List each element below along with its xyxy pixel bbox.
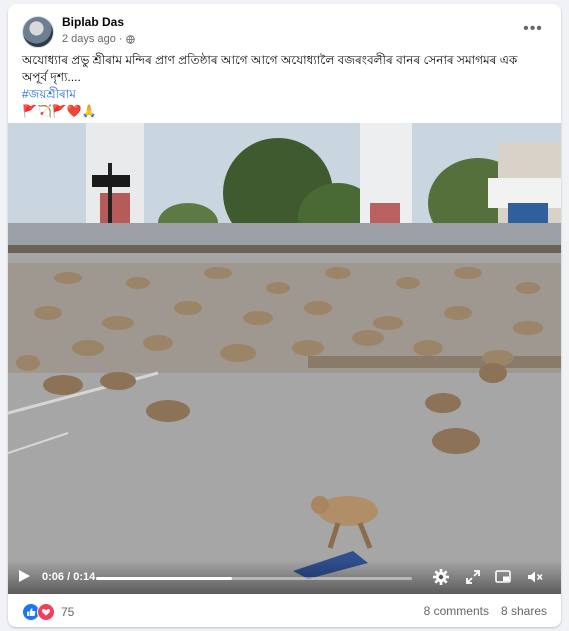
more-options-icon[interactable]: ••• — [523, 19, 543, 39]
progress-fill — [96, 577, 232, 580]
volume-muted-icon[interactable] — [526, 568, 544, 586]
love-reaction-icon — [37, 603, 55, 621]
video-player[interactable]: 0:06 / 0:14 — [8, 123, 561, 594]
duration: 0:14 — [73, 571, 96, 583]
pip-icon[interactable] — [494, 568, 512, 586]
post-text-line: অযোধ্যাৰ প্ৰভু শ্ৰীৰাম মন্দিৰ প্ৰাণ প্ৰত… — [22, 53, 518, 67]
post-header: Biplab Das 2 days ago · ••• — [22, 14, 551, 54]
settings-icon[interactable] — [432, 568, 450, 586]
fullscreen-icon[interactable] — [464, 568, 482, 586]
video-time: 0:06 / 0:14 — [42, 571, 95, 583]
post-text-line: অপূৰ্ব দৃশ্য.... — [22, 70, 81, 84]
comments-count[interactable]: 8 comments — [424, 604, 489, 618]
post-meta: 2 days ago · — [62, 33, 135, 45]
emoji-line: 🚩🏹🚩❤️🙏 — [22, 104, 97, 118]
shares-count[interactable]: 8 shares — [501, 604, 547, 618]
time-separator: / — [67, 571, 71, 583]
current-time: 0:06 — [42, 571, 65, 583]
author-name[interactable]: Biplab Das — [62, 15, 124, 29]
timestamp[interactable]: 2 days ago — [62, 33, 116, 45]
post-card: Biplab Das 2 days ago · ••• অযোধ্যাৰ প্ৰ… — [8, 4, 561, 627]
post-stats: 8 comments 8 shares — [424, 604, 547, 618]
avatar[interactable] — [22, 16, 54, 48]
post-footer: 75 8 comments 8 shares — [22, 602, 547, 622]
video-controls: 0:06 / 0:14 — [8, 560, 561, 594]
globe-icon — [125, 34, 135, 44]
progress-bar[interactable] — [96, 577, 412, 580]
play-icon[interactable] — [16, 568, 32, 584]
reaction-count: 75 — [61, 605, 75, 619]
video-frame — [8, 123, 561, 594]
hashtag-link[interactable]: #জয়শ্ৰীৰাম — [22, 86, 542, 103]
post-text: অযোধ্যাৰ প্ৰভু শ্ৰীৰাম মন্দিৰ প্ৰাণ প্ৰত… — [22, 52, 542, 120]
reactions[interactable]: 75 — [22, 603, 74, 621]
